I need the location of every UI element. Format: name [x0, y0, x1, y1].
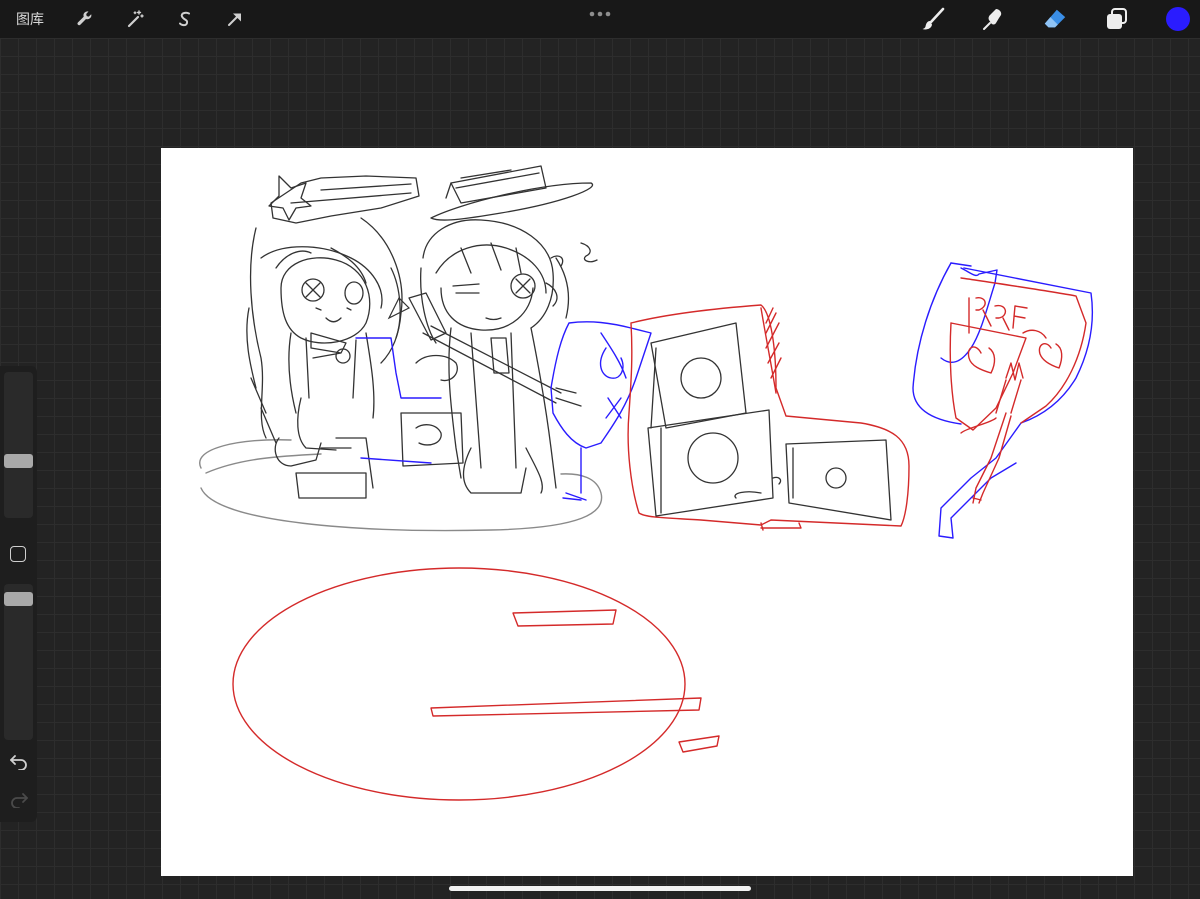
brush-icon[interactable] — [920, 6, 946, 32]
redo-icon[interactable] — [9, 790, 29, 809]
left-sidebar — [0, 366, 37, 822]
layers-icon[interactable] — [1104, 6, 1130, 32]
eraser-icon[interactable] — [1042, 6, 1068, 32]
red-sketch — [232, 277, 1087, 801]
prop-sketch — [387, 296, 411, 320]
drawing-canvas[interactable] — [161, 148, 1133, 876]
brush-size-slider[interactable] — [4, 372, 33, 518]
smudge-icon[interactable] — [981, 6, 1007, 32]
left-toolbar-group: 图库 — [16, 0, 274, 38]
home-indicator[interactable] — [449, 886, 751, 891]
top-toolbar: 图库 — [0, 0, 1200, 38]
more-options-icon[interactable] — [588, 4, 612, 17]
characters-sketch — [246, 165, 598, 499]
gallery-button[interactable]: 图库 — [16, 9, 44, 29]
sketch-artwork — [199, 165, 1094, 801]
opacity-thumb[interactable] — [4, 592, 33, 606]
transform-arrow-icon[interactable] — [224, 8, 246, 30]
magic-wand-icon[interactable] — [124, 8, 146, 30]
modify-button[interactable] — [10, 546, 26, 562]
selection-icon[interactable] — [174, 8, 196, 30]
current-color-swatch[interactable] — [1166, 7, 1190, 31]
undo-icon[interactable] — [9, 752, 29, 771]
wrench-icon[interactable] — [74, 8, 96, 30]
brush-size-thumb[interactable] — [4, 454, 33, 468]
opacity-slider[interactable] — [4, 584, 33, 740]
base-shadow-sketch — [199, 439, 603, 532]
